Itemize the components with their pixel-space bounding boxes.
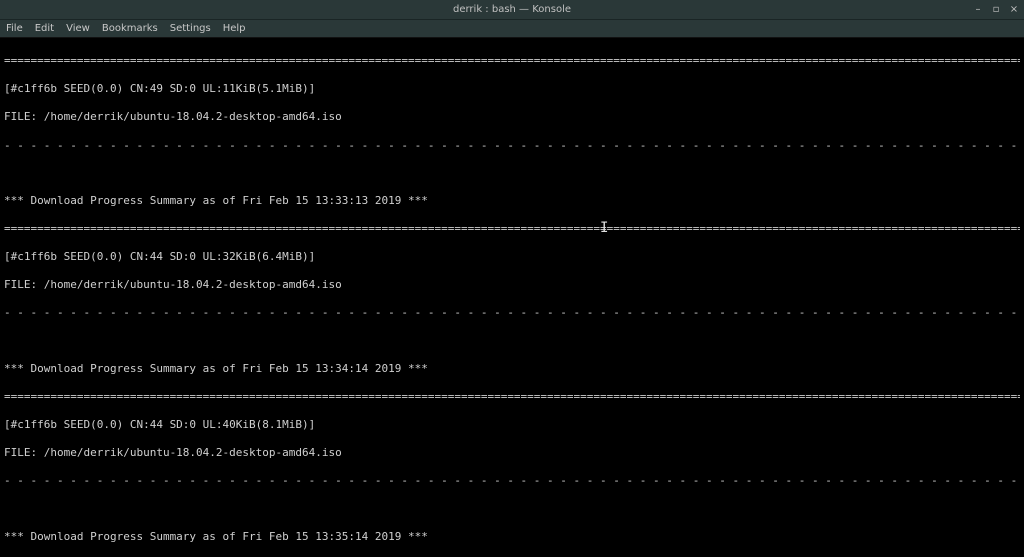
status-line: [#c1ff6b SEED(0.0) CN:44 SD:0 UL:40KiB(8… bbox=[4, 418, 1020, 432]
divider: - - - - - - - - - - - - - - - - - - - - … bbox=[4, 306, 1020, 320]
summary-line: *** Download Progress Summary as of Fri … bbox=[4, 530, 1020, 544]
close-icon[interactable]: × bbox=[1008, 4, 1020, 16]
menubar: File Edit View Bookmarks Settings Help bbox=[0, 20, 1024, 38]
menu-edit[interactable]: Edit bbox=[35, 23, 54, 34]
menu-bookmarks[interactable]: Bookmarks bbox=[102, 23, 158, 34]
divider: ========================================… bbox=[4, 390, 1020, 404]
divider: - - - - - - - - - - - - - - - - - - - - … bbox=[4, 139, 1020, 153]
menu-view[interactable]: View bbox=[66, 23, 90, 34]
divider: ========================================… bbox=[4, 222, 1020, 236]
file-line: FILE: /home/derrik/ubuntu-18.04.2-deskto… bbox=[4, 278, 1020, 292]
summary-line: *** Download Progress Summary as of Fri … bbox=[4, 194, 1020, 208]
menu-file[interactable]: File bbox=[6, 23, 23, 34]
divider: ========================================… bbox=[4, 54, 1020, 68]
menu-settings[interactable]: Settings bbox=[170, 23, 211, 34]
divider: - - - - - - - - - - - - - - - - - - - - … bbox=[4, 474, 1020, 488]
file-line: FILE: /home/derrik/ubuntu-18.04.2-deskto… bbox=[4, 446, 1020, 460]
window-titlebar: derrik : bash — Konsole – ▫ × bbox=[0, 0, 1024, 20]
status-line: [#c1ff6b SEED(0.0) CN:49 SD:0 UL:11KiB(5… bbox=[4, 82, 1020, 96]
summary-line: *** Download Progress Summary as of Fri … bbox=[4, 362, 1020, 376]
file-line: FILE: /home/derrik/ubuntu-18.04.2-deskto… bbox=[4, 110, 1020, 124]
minimize-icon[interactable]: – bbox=[972, 4, 984, 16]
maximize-icon[interactable]: ▫ bbox=[990, 4, 1002, 16]
menu-help[interactable]: Help bbox=[223, 23, 246, 34]
status-line: [#c1ff6b SEED(0.0) CN:44 SD:0 UL:32KiB(6… bbox=[4, 250, 1020, 264]
window-title: derrik : bash — Konsole bbox=[453, 4, 571, 15]
terminal[interactable]: ========================================… bbox=[0, 38, 1024, 557]
